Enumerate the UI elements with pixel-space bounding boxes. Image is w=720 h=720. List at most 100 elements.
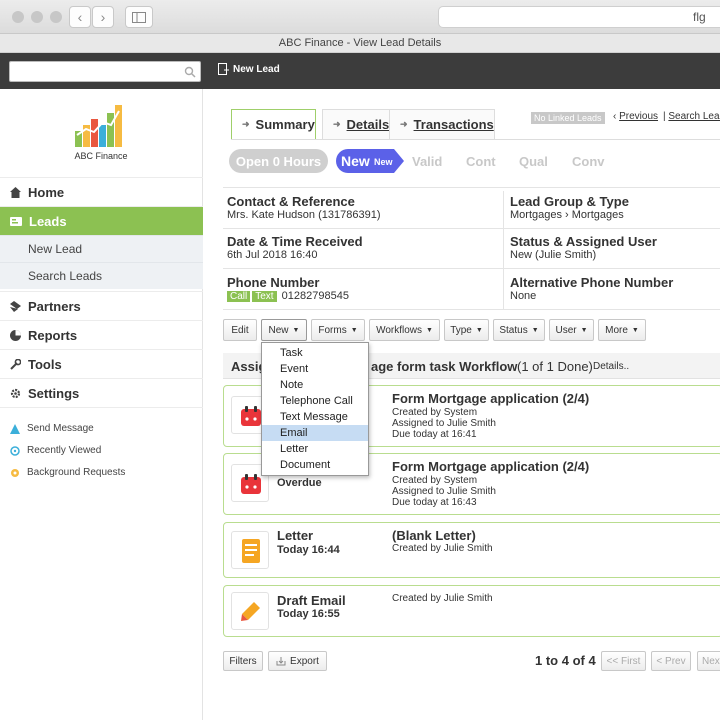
tab-transactions[interactable]: ➜ Transactions <box>389 109 495 139</box>
new-lead-button[interactable]: New Lead <box>218 63 280 75</box>
minimize-window-dot[interactable] <box>31 11 43 23</box>
sidebar-send-message[interactable]: Send Message <box>10 423 94 434</box>
caret-down-icon: ▼ <box>426 326 433 334</box>
prev-page-button[interactable]: < Prev <box>651 651 691 671</box>
more-dropdown-button[interactable]: More ▼ <box>598 319 646 341</box>
phone-label: Phone Number <box>227 275 320 290</box>
status-step-qual[interactable]: Qual <box>519 149 548 173</box>
tab-label: Transactions <box>413 117 494 132</box>
sidebar-item-label: Leads <box>29 213 67 229</box>
workflows-dropdown-button[interactable]: Workflows ▼ <box>369 319 440 341</box>
chevron-right-icon: › <box>100 9 106 25</box>
menu-item-task[interactable]: Task <box>262 345 368 361</box>
tab-underline <box>231 139 720 140</box>
user-dropdown-button[interactable]: User ▼ <box>549 319 594 341</box>
sidebar-recently-viewed[interactable]: Recently Viewed <box>10 445 101 456</box>
status-current-sub: New <box>374 157 393 167</box>
sidebar-subitem-label: New Lead <box>28 242 83 256</box>
call-button[interactable]: Call <box>227 291 251 302</box>
type-dropdown-button[interactable]: Type ▼ <box>444 319 489 341</box>
menu-item-text-message[interactable]: Text Message <box>262 409 368 425</box>
text-button[interactable]: Text <box>252 291 277 302</box>
status-open-hours: Open 0 Hours <box>229 149 328 173</box>
small-item-label: Recently Viewed <box>27 445 102 456</box>
previous-link-label: Previous <box>619 111 659 122</box>
back-button[interactable]: ‹ <box>69 6 91 28</box>
info-divider <box>223 228 720 229</box>
tab-details[interactable]: ➜ Details <box>322 109 392 139</box>
sidebar-item-label: Settings <box>28 385 80 401</box>
global-search-input[interactable] <box>9 61 201 82</box>
brand-name: ABC Finance <box>74 151 128 161</box>
card-title: Form Mortgage application (2/4) <box>392 391 590 406</box>
phone-value: 01282798545 <box>281 290 349 302</box>
sidebar-item-reports[interactable]: Reports <box>0 320 203 349</box>
sidebar-item-settings[interactable]: Settings <box>0 378 203 407</box>
menu-item-document[interactable]: Document <box>262 457 368 473</box>
sidebar-item-tools[interactable]: Tools <box>0 349 203 378</box>
search-leads-link[interactable]: | Search Leads <box>663 111 720 122</box>
edit-button[interactable]: Edit <box>223 319 257 341</box>
contact-value: Mrs. Kate Hudson (131786391) <box>227 209 381 221</box>
export-button[interactable]: Export <box>268 651 327 671</box>
filters-label: Filters <box>229 655 257 667</box>
activity-card[interactable]: Draft Email Today 16:55 Created by Julie… <box>223 585 720 637</box>
caret-down-icon: ▼ <box>292 326 300 334</box>
date-value: 6th Jul 2018 16:40 <box>227 249 318 261</box>
status-step-valid[interactable]: Valid <box>412 149 442 173</box>
card-left-title: Letter <box>277 528 314 543</box>
menu-item-event[interactable]: Event <box>262 361 368 377</box>
menu-item-letter[interactable]: Letter <box>262 441 368 457</box>
sidebar-subitem-search-leads[interactable]: Search Leads <box>0 262 203 289</box>
info-divider <box>223 309 720 310</box>
sidebar-item-label: Home <box>28 184 65 200</box>
card-left-sub: Today 16:55 <box>277 608 340 620</box>
forward-button[interactable]: › <box>92 6 114 28</box>
workflow-count: (1 of 1 Done) <box>517 359 593 374</box>
letter-icon <box>242 539 260 563</box>
workflow-details-link[interactable]: Details.. <box>593 361 629 372</box>
message-icon <box>10 423 20 434</box>
new-dropdown-menu: Task Event Note Telephone Call Text Mess… <box>261 342 369 476</box>
background-icon <box>11 468 19 477</box>
info-divider <box>223 187 720 188</box>
new-label: New <box>268 324 289 336</box>
card-line: Created by System <box>392 475 478 486</box>
caret-down-icon: ▼ <box>631 326 639 334</box>
address-bar[interactable]: flg <box>438 6 720 28</box>
home-icon <box>10 186 21 198</box>
zoom-window-dot[interactable] <box>50 11 62 23</box>
first-page-button[interactable]: << First <box>601 651 646 671</box>
caret-down-icon: ▼ <box>350 326 358 334</box>
status-current-new[interactable]: New New <box>336 149 404 173</box>
tab-summary[interactable]: ➜ Summary <box>231 109 316 140</box>
sidebar-item-label: Reports <box>28 327 78 343</box>
status-dropdown-button[interactable]: Status ▼ <box>493 319 545 341</box>
new-dropdown-button[interactable]: New ▼ <box>261 319 307 341</box>
close-window-dot[interactable] <box>12 11 24 23</box>
card-icon-box <box>231 531 269 569</box>
menu-item-note[interactable]: Note <box>262 377 368 393</box>
activity-card[interactable]: Letter Today 16:44 (Blank Letter) Create… <box>223 522 720 578</box>
tools-icon <box>10 358 21 370</box>
forms-dropdown-button[interactable]: Forms ▼ <box>311 319 365 341</box>
menu-item-email[interactable]: Email <box>262 425 368 441</box>
caret-down-icon: ▼ <box>475 326 483 334</box>
card-line: Due today at 16:41 <box>392 429 477 440</box>
status-step-conv[interactable]: Conv <box>572 149 605 173</box>
sidebar-background-requests[interactable]: Background Requests <box>10 467 125 478</box>
sidebar-item-partners[interactable]: Partners <box>0 291 203 320</box>
sidebar-toggle-button[interactable] <box>125 6 153 28</box>
settings-icon <box>10 388 21 398</box>
sidebar-subitem-new-lead[interactable]: New Lead <box>0 235 203 262</box>
previous-link[interactable]: ‹ Previous <box>613 111 658 122</box>
next-page-button[interactable]: Next <box>697 651 720 671</box>
status-current-label: New <box>341 153 370 169</box>
sidebar-item-leads[interactable]: Leads <box>0 206 203 235</box>
menu-item-telephone-call[interactable]: Telephone Call <box>262 393 368 409</box>
filters-button[interactable]: Filters <box>223 651 263 671</box>
date-label: Date & Time Received <box>227 234 363 249</box>
sidebar-item-home[interactable]: Home <box>0 177 203 206</box>
status-step-cont[interactable]: Cont <box>466 149 496 173</box>
reports-icon <box>10 329 21 341</box>
